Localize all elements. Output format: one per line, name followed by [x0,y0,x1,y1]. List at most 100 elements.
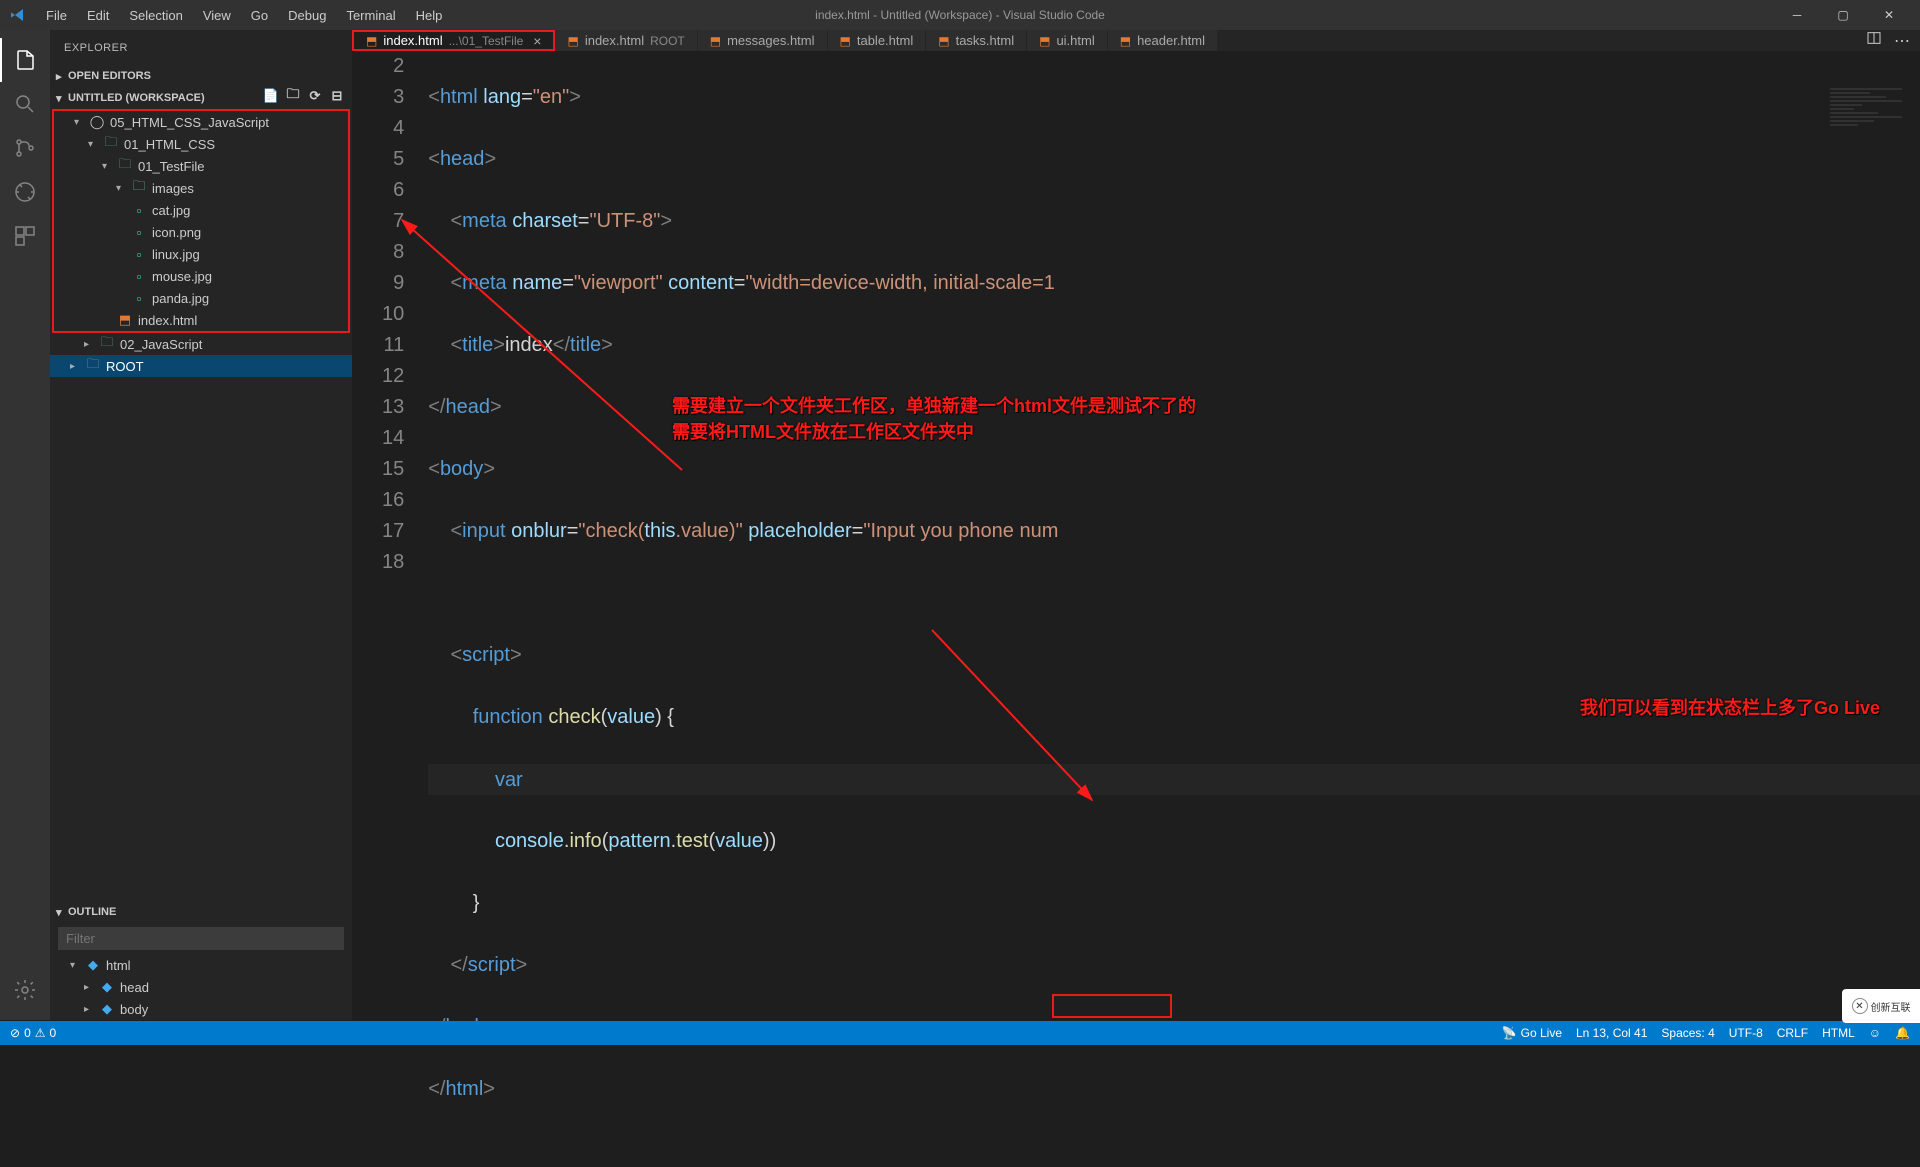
menu-help[interactable]: Help [406,4,453,27]
status-feedback[interactable]: ☺ [1869,1026,1881,1040]
tree-label: 02_JavaScript [120,337,202,352]
new-folder-icon[interactable]: 🗀 [284,87,302,105]
tab-label: index.html [383,33,442,48]
html-icon: ⬒ [840,34,851,48]
vscode-logo [8,6,26,24]
outline-filter-input[interactable] [58,927,344,950]
minimap[interactable] [1826,86,1906,286]
tab-index-root[interactable]: ⬒index.html ROOT [555,30,697,51]
menu-view[interactable]: View [193,4,241,27]
tree-label: mouse.jpg [152,269,212,284]
tab-label: header.html [1137,33,1205,48]
tree-testfile[interactable]: ▾🗀01_TestFile [54,155,348,177]
tree-index[interactable]: ⬒index.html [54,309,348,331]
html-icon: ⬒ [1120,34,1131,48]
tab-header[interactable]: ⬒ header.html [1108,30,1218,51]
tree-label: 01_HTML_CSS [124,137,215,152]
status-encoding[interactable]: UTF-8 [1729,1026,1763,1040]
menu-go[interactable]: Go [241,4,278,27]
workspace-section[interactable]: ▾UNTITLED (WORKSPACE) 📄 🗀 ⟳ ⊟ [50,87,352,109]
menu-selection[interactable]: Selection [119,4,192,27]
menu-terminal[interactable]: Terminal [336,4,405,27]
menu-debug[interactable]: Debug [278,4,336,27]
window-maximize-button[interactable]: ▢ [1820,0,1866,30]
menu-bar: File Edit Selection View Go Debug Termin… [36,4,452,27]
outline-label: head [120,980,149,995]
status-eol[interactable]: CRLF [1777,1026,1808,1040]
editor-gutter: 23456789101112131415161718 [352,51,428,1167]
tab-table[interactable]: ⬒ table.html [828,30,927,51]
tab-messages[interactable]: ⬒ messages.html [698,30,828,51]
file-tree: ▾◯05_HTML_CSS_JavaScript ▾🗀01_HTML_CSS ▾… [54,111,348,331]
tree-file[interactable]: ▫linux.jpg [54,243,348,265]
collapse-icon[interactable]: ⊟ [328,87,346,105]
tree-label: index.html [138,313,197,328]
tree-label: icon.png [152,225,201,240]
html-icon: ⬒ [938,34,949,48]
tree-project[interactable]: ▾◯05_HTML_CSS_JavaScript [54,111,348,133]
title-bar: File Edit Selection View Go Debug Termin… [0,0,1920,30]
window-minimize-button[interactable]: ─ [1774,0,1820,30]
sidebar: EXPLORER ▸OPEN EDITORS ▾UNTITLED (WORKSP… [50,30,352,1020]
tab-index-testfile[interactable]: ⬒ index.html ...\01_TestFile × [352,30,555,51]
tree-js[interactable]: ▸🗀02_JavaScript [50,333,352,355]
watermark: ✕创新互联 [1842,989,1920,1023]
tree-root[interactable]: ▸🗀ROOT [50,355,352,377]
search-icon[interactable] [0,82,50,126]
outline-item[interactable]: ▸◆body [50,998,352,1020]
open-editors-section[interactable]: ▸OPEN EDITORS [50,65,352,87]
tree-images[interactable]: ▾🗀images [54,177,348,199]
status-lang[interactable]: HTML [1822,1026,1855,1040]
status-lncol[interactable]: Ln 13, Col 41 [1576,1026,1647,1040]
tree-label: cat.jpg [152,203,190,218]
workspace-label: UNTITLED (WORKSPACE) [68,92,205,104]
extensions-icon[interactable] [0,214,50,258]
tree-label: 01_TestFile [138,159,204,174]
tab-label: index.html [585,33,644,48]
new-file-icon[interactable]: 📄 [262,87,280,105]
tree-file[interactable]: ▫cat.jpg [54,199,348,221]
tree-label: images [152,181,194,196]
debug-icon[interactable] [0,170,50,214]
window-title: index.html - Untitled (Workspace) - Visu… [815,8,1105,22]
tab-label: messages.html [727,33,814,48]
html-icon: ⬒ [1039,34,1050,48]
outline-section[interactable]: ▾OUTLINE [50,901,352,923]
status-bell[interactable]: 🔔 [1895,1026,1910,1040]
open-editors-label: OPEN EDITORS [68,70,151,82]
tab-label: table.html [857,33,913,48]
window-close-button[interactable]: ✕ [1866,0,1912,30]
annotation-2: 需要将HTML文件放在工作区文件夹中 [672,418,974,444]
tab-ui[interactable]: ⬒ ui.html [1027,30,1108,51]
tab-label: ui.html [1056,33,1094,48]
tree-label: linux.jpg [152,247,200,262]
split-editor-icon[interactable] [1866,30,1882,51]
menu-edit[interactable]: Edit [77,4,119,27]
outline-label: OUTLINE [68,906,116,918]
activity-bar [0,30,50,1020]
annotation-3: 我们可以看到在状态栏上多了Go Live [1580,694,1880,720]
tab-path: ...\01_TestFile [449,34,524,48]
tree-htmlcss[interactable]: ▾🗀01_HTML_CSS [54,133,348,155]
refresh-icon[interactable]: ⟳ [306,87,324,105]
outline-item[interactable]: ▾◆html [50,954,352,976]
more-icon[interactable]: ⋯ [1894,31,1910,51]
status-spaces[interactable]: Spaces: 4 [1661,1026,1714,1040]
outline-label: body [120,1002,148,1017]
tab-tasks[interactable]: ⬒tasks.html [926,30,1027,51]
settings-icon[interactable] [0,968,50,1012]
menu-file[interactable]: File [36,4,77,27]
outline-item[interactable]: ▸◆head [50,976,352,998]
close-icon[interactable]: × [533,33,541,49]
tree-file[interactable]: ▫panda.jpg [54,287,348,309]
status-errors[interactable]: ⊘ 0 ⚠ 0 [10,1026,56,1040]
tree-file[interactable]: ▫icon.png [54,221,348,243]
tree-file[interactable]: ▫mouse.jpg [54,265,348,287]
annotation-1: 需要建立一个文件夹工作区，单独新建一个html文件是测试不了的 [672,392,1196,418]
tab-path: ROOT [650,34,685,48]
explorer-icon[interactable] [0,38,50,82]
status-golive[interactable]: 📡 Go Live [1502,1026,1562,1040]
source-control-icon[interactable] [0,126,50,170]
editor-code[interactable]: <html lang="en"> <head> <meta charset="U… [428,51,1920,1167]
html-icon: ⬒ [710,34,721,48]
